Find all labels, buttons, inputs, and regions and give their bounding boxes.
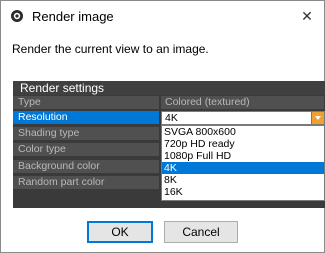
dropdown-option-selected[interactable]: 4K bbox=[162, 162, 324, 174]
resolution-combobox[interactable]: 4K bbox=[161, 111, 325, 125]
row-value: Colored (textured) bbox=[161, 96, 324, 109]
ok-button[interactable]: OK bbox=[87, 221, 153, 243]
dropdown-option[interactable]: 8K bbox=[162, 174, 324, 186]
dialog-title: Render image bbox=[32, 9, 114, 24]
close-icon: ✕ bbox=[301, 8, 313, 24]
dropdown-option[interactable]: 16K bbox=[162, 186, 324, 198]
row-label: Shading type bbox=[13, 127, 159, 140]
dropdown-option[interactable]: SVGA 800x600 bbox=[162, 126, 324, 138]
panel-header: Render settings bbox=[13, 81, 325, 95]
title-bar: Render image ✕ bbox=[1, 1, 324, 31]
row-label: Background color bbox=[13, 160, 159, 173]
row-label: Resolution bbox=[13, 111, 159, 124]
row-label: Random part color bbox=[13, 176, 159, 189]
dialog-description: Render the current view to an image. bbox=[12, 42, 209, 56]
dropdown-option[interactable]: 1080p Full HD bbox=[162, 150, 324, 162]
resolution-selected-value: 4K bbox=[165, 112, 178, 124]
settings-row-type[interactable]: Type Colored (textured) bbox=[13, 96, 325, 109]
close-button[interactable]: ✕ bbox=[290, 1, 324, 31]
render-image-icon bbox=[11, 10, 23, 22]
dropdown-option[interactable]: 720p HD ready bbox=[162, 138, 324, 150]
row-label: Color type bbox=[13, 143, 159, 156]
cancel-button[interactable]: Cancel bbox=[164, 221, 238, 243]
resolution-dropdown-list: SVGA 800x600 720p HD ready 1080p Full HD… bbox=[161, 125, 325, 201]
chevron-down-icon[interactable] bbox=[311, 112, 324, 124]
panel-title: Render settings bbox=[20, 81, 105, 95]
row-label: Type bbox=[13, 96, 159, 109]
